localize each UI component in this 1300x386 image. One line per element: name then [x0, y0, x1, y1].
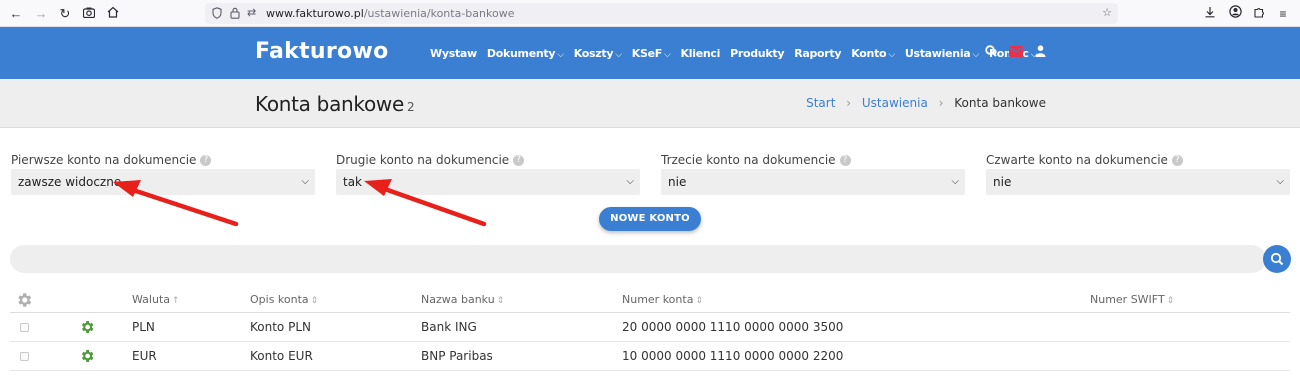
row-settings-gear-icon[interactable]	[79, 319, 95, 340]
sort-asc-icon: ↑	[172, 296, 180, 306]
user-icon[interactable]	[1035, 44, 1046, 62]
column-description[interactable]: Opis konta ⇕	[250, 286, 318, 313]
page-header: Konta bankowe 2 Start › Ustawienia › Kont…	[0, 79, 1300, 128]
table-row[interactable]: EUR Konto EUR BNP Paribas 10 0000 0000 1…	[10, 342, 1290, 371]
menu-item-klienci[interactable]: Klienci	[681, 47, 721, 60]
third-account-select[interactable]: nie ⌵	[661, 169, 965, 195]
field-label: Czwarte konto na dokumencie?	[986, 152, 1290, 168]
chevron-right-icon: ›	[846, 96, 852, 110]
navbar-icons	[985, 44, 1058, 62]
permissions-icon[interactable]: ⇄	[247, 3, 256, 24]
help-icon[interactable]: ?	[200, 155, 212, 166]
table-settings-gear-icon[interactable]	[15, 291, 33, 309]
chevron-down-icon: ⌵	[557, 49, 564, 60]
search-icon	[1270, 252, 1284, 266]
sort-icon: ⇕	[310, 296, 319, 306]
url-text: www.fakturowo.pl/ustawienia/konta-bankow…	[266, 7, 515, 20]
column-swift[interactable]: Numer SWIFT ⇕	[1090, 286, 1174, 313]
second-account-select[interactable]: tak ⌵	[336, 169, 640, 195]
cell-number: 20 0000 0000 1110 0000 0000 3500	[622, 320, 844, 334]
mail-icon[interactable]	[1009, 44, 1023, 62]
back-icon[interactable]: ←	[6, 4, 26, 24]
breadcrumb-current: Konta bankowe	[954, 96, 1046, 110]
cell-bank: Bank ING	[421, 320, 477, 334]
chevron-down-icon: ⌵	[1276, 176, 1284, 187]
table-header: Waluta ↑ Opis konta ⇕ Nazwa banku ⇕ Numer k…	[10, 286, 1290, 313]
field-label: Drugie konto na dokumencie?	[336, 152, 640, 168]
chevron-down-icon: ⌵	[301, 176, 309, 187]
fourth-account-select[interactable]: nie ⌵	[986, 169, 1290, 195]
table-search-input[interactable]	[10, 245, 1266, 273]
account-count: 2	[406, 100, 415, 114]
main-menu: Wystaw Dokumenty ⌵ Koszty ⌵ KSeF ⌵ Klienci …	[430, 27, 1047, 79]
cell-currency: EUR	[132, 349, 157, 363]
breadcrumb: Start › Ustawienia › Konta bankowe	[806, 96, 1046, 110]
menu-item-ksef[interactable]: KSeF ⌵	[632, 47, 671, 60]
table-row[interactable]: PLN Konto PLN Bank ING 20 0000 0000 1110…	[10, 313, 1290, 342]
column-number[interactable]: Numer konta ⇕	[622, 286, 703, 313]
chevron-down-icon: ⌵	[615, 49, 622, 60]
chevron-down-icon: ⌵	[626, 176, 634, 187]
site-navbar: Fakturowo Wystaw Dokumenty ⌵ Koszty ⌵ KSeF…	[0, 27, 1300, 79]
downloads-icon[interactable]	[1200, 4, 1220, 24]
help-icon[interactable]: ?	[513, 155, 525, 166]
menu-item-raporty[interactable]: Raporty	[794, 47, 841, 60]
help-icon[interactable]: ?	[839, 155, 851, 166]
row-checkbox[interactable]	[20, 352, 29, 361]
cell-description: Konto EUR	[250, 349, 313, 363]
chevron-right-icon: ›	[938, 96, 944, 110]
column-bank[interactable]: Nazwa banku ⇕	[421, 286, 504, 313]
breadcrumb-settings[interactable]: Ustawienia	[862, 96, 928, 110]
reload-icon[interactable]: ↻	[55, 4, 75, 24]
second-account-field: Drugie konto na dokumencie? tak ⌵	[336, 152, 640, 195]
menu-item-koszty[interactable]: Koszty ⌵	[574, 47, 622, 60]
bookmark-star-icon[interactable]: ☆	[1102, 3, 1112, 24]
search-icon[interactable]	[985, 44, 997, 62]
address-bar[interactable]: ⇄ www.fakturowo.pl/ustawienia/konta-bank…	[205, 3, 1118, 24]
cell-bank: BNP Paribas	[421, 349, 493, 363]
menu-item-produkty[interactable]: Produkty	[730, 47, 784, 60]
first-account-field: Pierwsze konto na dokumencie? zawsze wid…	[11, 152, 315, 195]
menu-item-ustawienia[interactable]: Ustawienia ⌵	[905, 47, 979, 60]
shield-icon[interactable]	[212, 3, 222, 24]
row-settings-gear-icon[interactable]	[79, 348, 95, 369]
first-account-select[interactable]: zawsze widoczne ⌵	[11, 169, 315, 195]
cell-currency: PLN	[132, 320, 155, 334]
help-icon[interactable]: ?	[1171, 155, 1183, 166]
row-checkbox[interactable]	[20, 323, 29, 332]
page-title: Konta bankowe 2	[255, 92, 415, 116]
extensions-icon[interactable]	[1249, 4, 1269, 24]
table-search-button[interactable]	[1263, 245, 1291, 273]
menu-item-wystaw[interactable]: Wystaw	[430, 47, 477, 60]
sort-icon: ⇕	[496, 296, 505, 306]
chevron-down-icon: ⌵	[664, 49, 671, 60]
menu-item-dokumenty[interactable]: Dokumenty ⌵	[487, 47, 564, 60]
cell-number: 10 0000 0000 1110 0000 0000 2200	[622, 349, 844, 363]
breadcrumb-start[interactable]: Start	[806, 96, 835, 110]
home-icon[interactable]	[103, 4, 123, 24]
field-label: Pierwsze konto na dokumencie?	[11, 152, 315, 168]
chevron-down-icon: ⌵	[951, 176, 959, 187]
field-label: Trzecie konto na dokumencie?	[661, 152, 965, 168]
forward-icon[interactable]: →	[31, 4, 51, 24]
browser-toolbar: ← → ↻ ⇄ www.fakturowo.pl/ustawienia/kont…	[0, 0, 1300, 27]
chevron-down-icon: ⌵	[972, 49, 979, 60]
fourth-account-field: Czwarte konto na dokumencie? nie ⌵	[986, 152, 1290, 195]
cell-description: Konto PLN	[250, 320, 311, 334]
new-account-button[interactable]: NOWE KONTO	[599, 207, 701, 231]
logo[interactable]: Fakturowo	[255, 39, 389, 64]
menu-icon[interactable]: ≡	[1273, 4, 1293, 24]
column-currency[interactable]: Waluta ↑	[132, 286, 180, 313]
menu-item-konto[interactable]: Konto ⌵	[851, 47, 895, 60]
lock-icon[interactable]	[230, 3, 240, 24]
third-account-field: Trzecie konto na dokumencie? nie ⌵	[661, 152, 965, 195]
account-icon[interactable]	[1225, 4, 1245, 24]
sort-icon: ⇕	[695, 296, 703, 306]
sort-icon: ⇕	[1166, 296, 1175, 306]
chevron-down-icon: ⌵	[888, 49, 895, 60]
screenshot-icon[interactable]	[79, 4, 99, 24]
